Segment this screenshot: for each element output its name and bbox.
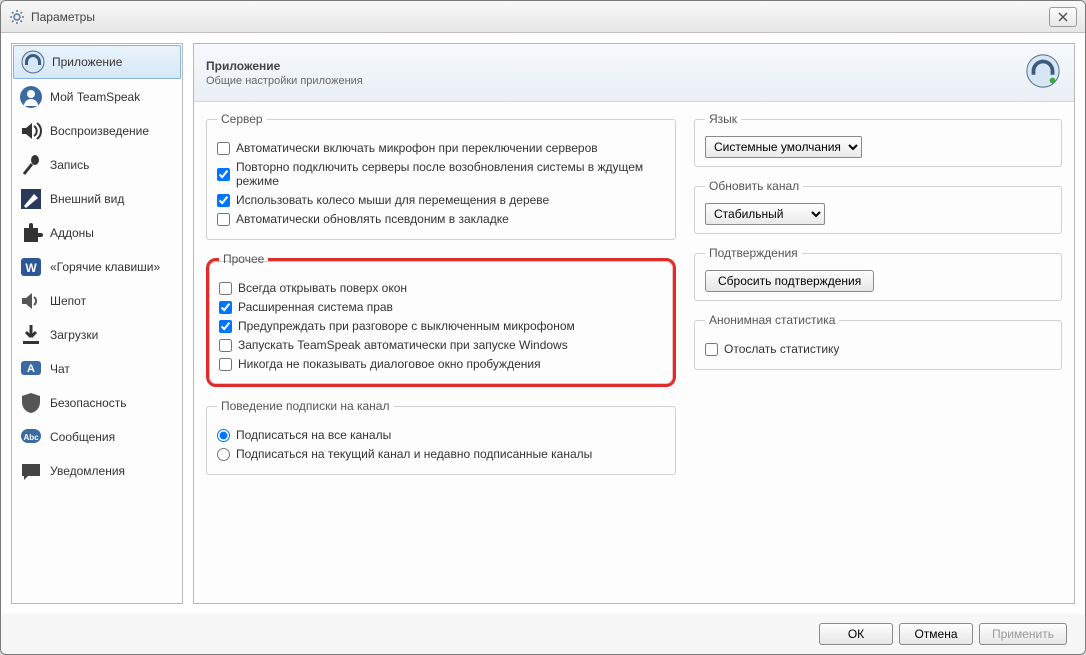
sidebar-item-chat[interactable]: A Чат bbox=[12, 352, 182, 386]
svg-text:Abc: Abc bbox=[23, 433, 39, 442]
lbl-no-wakeup: Никогда не показывать диалоговое окно пр… bbox=[238, 357, 541, 371]
lbl-warn-mic: Предупреждать при разговоре с выключенны… bbox=[238, 319, 575, 333]
sidebar-item-label: Приложение bbox=[52, 55, 122, 69]
main-panel: Приложение Общие настройки приложения Се… bbox=[193, 43, 1075, 604]
select-update-channel[interactable]: Стабильный bbox=[705, 203, 825, 225]
sidebar-item-label: Безопасность bbox=[50, 396, 127, 410]
group-confirmations-legend: Подтверждения bbox=[705, 246, 802, 260]
group-confirmations: Подтверждения Сбросить подтверждения bbox=[694, 246, 1062, 301]
lbl-reconnect: Повторно подключить серверы после возобн… bbox=[236, 160, 665, 188]
titlebar: Параметры bbox=[1, 1, 1085, 33]
chk-warn-mic[interactable] bbox=[219, 320, 232, 333]
chk-no-wakeup[interactable] bbox=[219, 358, 232, 371]
group-channel-sub: Поведение подписки на канал Подписаться … bbox=[206, 399, 676, 475]
window-title: Параметры bbox=[31, 10, 1049, 24]
page-title: Приложение bbox=[206, 59, 1024, 73]
sidebar-item-security[interactable]: Безопасность bbox=[12, 386, 182, 420]
settings-window: Параметры Приложение Мой TeamSpeak Воспр… bbox=[0, 0, 1086, 655]
chk-reconnect[interactable] bbox=[217, 168, 230, 181]
sidebar-item-label: Внешний вид bbox=[50, 192, 124, 206]
cancel-button[interactable]: Отмена bbox=[899, 623, 973, 645]
sidebar-item-design[interactable]: Внешний вид bbox=[12, 182, 182, 216]
svg-text:A: A bbox=[27, 363, 35, 375]
sidebar-item-notifications[interactable]: Уведомления bbox=[12, 454, 182, 488]
main-header: Приложение Общие настройки приложения bbox=[194, 44, 1074, 102]
group-server-legend: Сервер bbox=[217, 112, 267, 126]
group-other: Прочее Всегда открывать поверх окон Расш… bbox=[206, 252, 676, 387]
brush-icon bbox=[18, 186, 44, 212]
sidebar: Приложение Мой TeamSpeak Воспроизведение… bbox=[11, 43, 183, 604]
teamspeak-logo-icon bbox=[1024, 52, 1062, 93]
group-update-legend: Обновить канал bbox=[705, 179, 803, 193]
speech-icon bbox=[18, 458, 44, 484]
group-other-legend: Прочее bbox=[219, 252, 268, 266]
lbl-autostart: Запускать TeamSpeak автоматически при за… bbox=[238, 338, 568, 352]
sidebar-item-capture[interactable]: Запись bbox=[12, 148, 182, 182]
word-icon: W bbox=[18, 254, 44, 280]
chk-auto-nick[interactable] bbox=[217, 213, 230, 226]
sidebar-item-label: Воспроизведение bbox=[50, 124, 149, 138]
sidebar-item-label: Мой TeamSpeak bbox=[50, 90, 140, 104]
sidebar-item-hotkeys[interactable]: W «Горячие клавиши» bbox=[12, 250, 182, 284]
download-icon bbox=[18, 322, 44, 348]
sidebar-item-whisper[interactable]: Шепот bbox=[12, 284, 182, 318]
sidebar-item-label: Чат bbox=[50, 362, 70, 376]
chk-mic-on-switch[interactable] bbox=[217, 142, 230, 155]
sidebar-item-label: Аддоны bbox=[50, 226, 94, 240]
radio-sub-current[interactable] bbox=[217, 448, 230, 461]
app-logo-icon bbox=[20, 49, 46, 75]
sidebar-item-myteamspeak[interactable]: Мой TeamSpeak bbox=[12, 80, 182, 114]
lbl-adv-perm: Расширенная система прав bbox=[238, 300, 393, 314]
lbl-mouse-wheel: Использовать колесо мыши для перемещения… bbox=[236, 193, 549, 207]
lbl-sub-all: Подписаться на все каналы bbox=[236, 428, 391, 442]
speaker-icon bbox=[18, 118, 44, 144]
chk-autostart[interactable] bbox=[219, 339, 232, 352]
ok-button[interactable]: ОК bbox=[819, 623, 893, 645]
page-subtitle: Общие настройки приложения bbox=[206, 75, 1024, 87]
sidebar-item-label: Загрузки bbox=[50, 328, 98, 342]
sidebar-item-label: Запись bbox=[50, 158, 89, 172]
group-server: Сервер Автоматически включать микрофон п… bbox=[206, 112, 676, 240]
user-icon bbox=[18, 84, 44, 110]
reset-confirmations-button[interactable]: Сбросить подтверждения bbox=[705, 270, 874, 292]
lbl-sub-current: Подписаться на текущий канал и недавно п… bbox=[236, 447, 592, 461]
radio-sub-all[interactable] bbox=[217, 429, 230, 442]
footer: ОК Отмена Применить bbox=[1, 614, 1085, 654]
group-language: Язык Системные умолчания bbox=[694, 112, 1062, 167]
sidebar-item-label: Шепот bbox=[50, 294, 86, 308]
chk-always-top[interactable] bbox=[219, 282, 232, 295]
sidebar-item-downloads[interactable]: Загрузки bbox=[12, 318, 182, 352]
select-language[interactable]: Системные умолчания bbox=[705, 136, 862, 158]
chat-a-icon: A bbox=[18, 356, 44, 382]
gear-icon bbox=[9, 9, 25, 25]
chk-mouse-wheel[interactable] bbox=[217, 194, 230, 207]
sidebar-item-addons[interactable]: Аддоны bbox=[12, 216, 182, 250]
sidebar-item-label: Уведомления bbox=[50, 464, 125, 478]
chk-adv-perm[interactable] bbox=[219, 301, 232, 314]
group-language-legend: Язык bbox=[705, 112, 741, 126]
chk-send-stats[interactable] bbox=[705, 343, 718, 356]
group-anon-stats: Анонимная статистика Отослать статистику bbox=[694, 313, 1062, 370]
puzzle-icon bbox=[18, 220, 44, 246]
sidebar-item-label: «Горячие клавиши» bbox=[50, 260, 160, 274]
group-anon-stats-legend: Анонимная статистика bbox=[705, 313, 839, 327]
sidebar-item-label: Сообщения bbox=[50, 430, 115, 444]
messages-icon: Abc bbox=[18, 424, 44, 450]
sidebar-item-playback[interactable]: Воспроизведение bbox=[12, 114, 182, 148]
sidebar-item-application[interactable]: Приложение bbox=[13, 45, 181, 79]
whisper-icon bbox=[18, 288, 44, 314]
sidebar-item-messages[interactable]: Abc Сообщения bbox=[12, 420, 182, 454]
close-button[interactable] bbox=[1049, 7, 1077, 27]
mic-icon bbox=[18, 152, 44, 178]
shield-icon bbox=[18, 390, 44, 416]
lbl-mic-on-switch: Автоматически включать микрофон при пере… bbox=[236, 141, 598, 155]
apply-button[interactable]: Применить bbox=[979, 623, 1067, 645]
lbl-always-top: Всегда открывать поверх окон bbox=[238, 281, 407, 295]
lbl-auto-nick: Автоматически обновлять псевдоним в закл… bbox=[236, 212, 509, 226]
group-update-channel: Обновить канал Стабильный bbox=[694, 179, 1062, 234]
group-channel-sub-legend: Поведение подписки на канал bbox=[217, 399, 394, 413]
lbl-send-stats: Отослать статистику bbox=[724, 342, 839, 356]
svg-text:W: W bbox=[25, 261, 37, 275]
